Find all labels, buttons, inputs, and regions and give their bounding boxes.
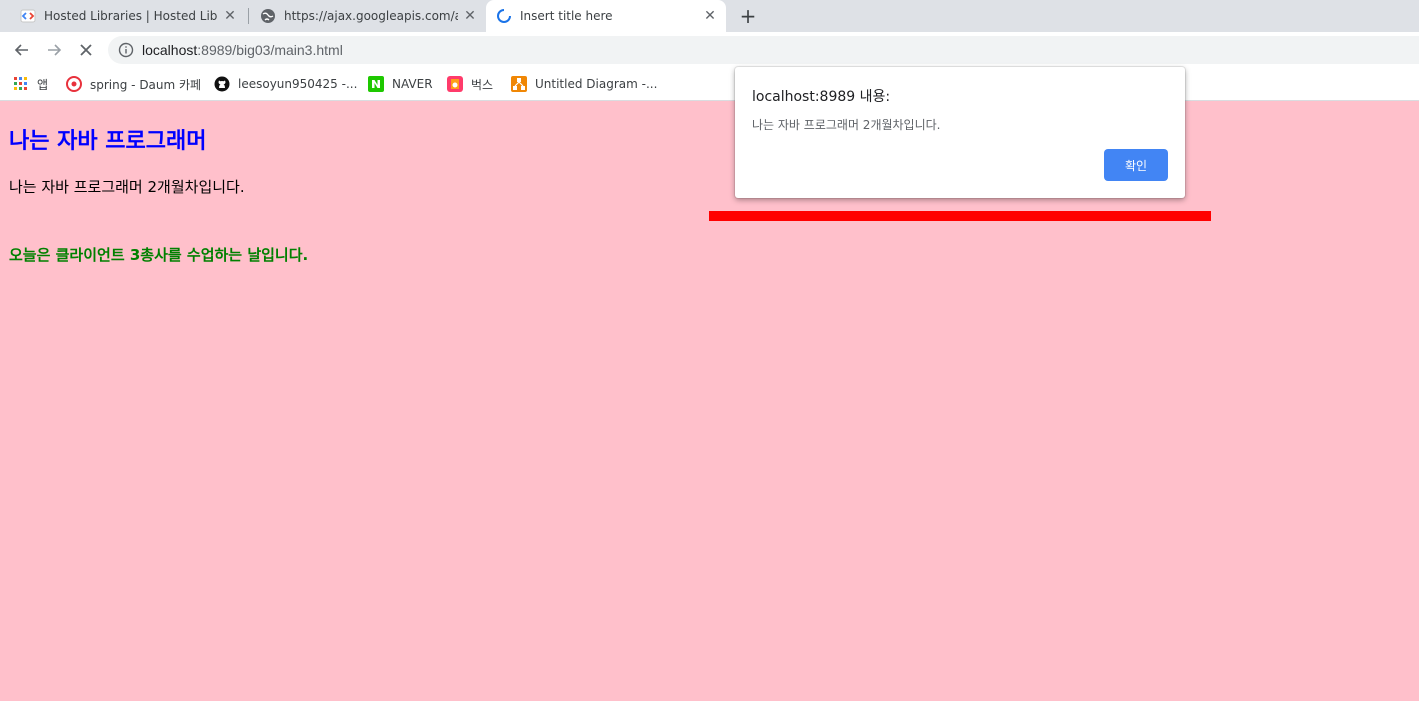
back-arrow-icon[interactable] (8, 36, 36, 64)
bookmark-label: leesoyun950425 -... (238, 77, 358, 91)
intro-paragraph: 나는 자바 프로그래머 2개월차입니다. (9, 178, 245, 196)
stop-loading-icon[interactable] (72, 36, 100, 64)
green-paragraph: 오늘은 클라이언트 3총사를 수업하는 날입니다. (9, 246, 309, 264)
address-bar[interactable]: localhost:8989/big03/main3.html (108, 36, 1419, 64)
browser-toolbar: localhost:8989/big03/main3.html (0, 32, 1419, 68)
tab-separator (248, 8, 249, 24)
alert-dialog: localhost:8989 내용: 나는 자바 프로그래머 2개월차입니다. … (735, 67, 1185, 198)
bookmark-github[interactable]: leesoyun950425 -... (214, 74, 357, 94)
ok-button[interactable]: 확인 (1104, 149, 1168, 181)
tab-title: Hosted Libraries | Hosted Libraries (44, 9, 218, 23)
url-text: localhost:8989/big03/main3.html (142, 42, 343, 58)
forward-arrow-icon[interactable] (40, 36, 68, 64)
drawio-icon (511, 76, 527, 92)
new-tab-button[interactable]: + (736, 4, 760, 28)
url-path: :8989/big03/main3.html (197, 42, 343, 58)
globe-icon (260, 8, 276, 24)
naver-icon (368, 76, 384, 92)
page-heading: 나는 자바 프로그래머 (9, 129, 207, 154)
tab-ajax-googleapis[interactable]: https://ajax.googleapis.com/ajax/libs ✕ (250, 0, 486, 32)
url-host: localhost (142, 42, 198, 58)
page-content: 나는 자바 프로그래머 나는 자바 프로그래머 2개월차입니다. 오늘은 클라이… (0, 101, 1419, 701)
tab-strip: Hosted Libraries | Hosted Libraries ✕ ht… (0, 0, 1419, 32)
close-icon[interactable]: ✕ (222, 8, 238, 24)
bookmark-label: NAVER (392, 77, 433, 91)
bookmark-label: 앱 (37, 77, 49, 92)
bookmark-spring-daum[interactable]: spring - Daum 카페 (66, 74, 201, 94)
red-bar (709, 211, 1211, 221)
tab-title: Insert title here (520, 9, 613, 23)
code-brackets-icon (20, 8, 36, 24)
tab-insert-title[interactable]: Insert title here ✕ (486, 0, 726, 32)
bugs-icon (447, 76, 463, 92)
loading-spinner-icon (496, 8, 512, 24)
tab-hosted-libraries[interactable]: Hosted Libraries | Hosted Libraries ✕ (10, 0, 246, 32)
dialog-title: localhost:8989 내용: (752, 89, 891, 105)
dialog-message: 나는 자바 프로그래머 2개월차입니다. (752, 118, 941, 132)
tab-title: https://ajax.googleapis.com/ajax/libs (284, 9, 458, 23)
bookmarks-bar: 앱 spring - Daum 카페 leesoyun950425 -... N… (0, 68, 1419, 101)
bookmark-naver[interactable]: NAVER (368, 74, 433, 94)
bookmark-label: 벅스 (471, 77, 494, 92)
bookmark-apps[interactable]: 앱 (13, 74, 48, 94)
apps-grid-icon (13, 76, 29, 92)
info-icon[interactable] (118, 42, 134, 58)
bookmark-label: Untitled Diagram -... (535, 77, 658, 91)
close-icon[interactable]: ✕ (462, 8, 478, 24)
github-icon (214, 76, 230, 92)
daum-cafe-icon (66, 76, 82, 92)
bookmark-drawio[interactable]: Untitled Diagram -... (511, 74, 657, 94)
bookmark-bugs[interactable]: 벅스 (447, 74, 493, 94)
bookmark-label: spring - Daum 카페 (90, 77, 202, 92)
close-icon[interactable]: ✕ (702, 8, 718, 24)
